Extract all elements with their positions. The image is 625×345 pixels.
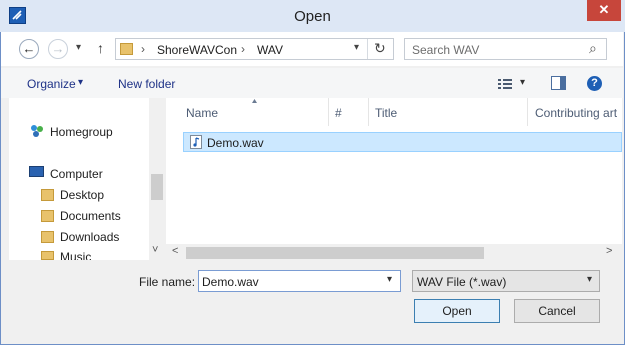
column-header-contributing-artists[interactable]: Contributing art	[535, 106, 622, 120]
organize-arrow-icon[interactable]: ▾	[78, 77, 83, 88]
organize-button[interactable]: Organize	[27, 77, 76, 91]
view-options-icon[interactable]	[498, 79, 512, 89]
folder-icon	[41, 231, 54, 243]
column-divider[interactable]	[368, 98, 369, 126]
up-button[interactable]: ↑	[97, 40, 104, 56]
file-type-value[interactable]: WAV File (*.wav)	[417, 275, 506, 289]
file-name-label: File name:	[139, 275, 196, 289]
refresh-button[interactable]: ↻	[374, 40, 386, 57]
address-dropdown[interactable]: ▾	[354, 42, 359, 53]
scroll-down-icon[interactable]: ˅	[152, 244, 158, 256]
help-icon[interactable]: ?	[587, 76, 602, 91]
folder-icon	[120, 43, 133, 55]
recent-locations-dropdown[interactable]: ▾	[76, 42, 81, 53]
nav-item-music[interactable]: Music	[60, 250, 91, 260]
computer-icon	[29, 166, 44, 177]
new-folder-button[interactable]: New folder	[118, 77, 175, 91]
open-button[interactable]: Open	[414, 299, 500, 323]
sort-ascending-icon	[252, 99, 257, 103]
toolbar	[1, 68, 623, 98]
file-list-pane	[166, 98, 622, 260]
file-name-value[interactable]: Demo.wav	[202, 275, 259, 289]
breadcrumb-separator: ›	[241, 42, 245, 56]
search-icon[interactable]: ⌕	[589, 40, 597, 57]
back-button[interactable]: ←	[19, 39, 39, 59]
folder-icon	[41, 251, 54, 260]
nav-item-computer[interactable]: Computer	[50, 167, 103, 181]
file-type-dropdown-icon[interactable]: ▾	[587, 274, 592, 285]
window-title: Open	[294, 8, 331, 25]
audio-file-icon	[190, 135, 202, 149]
column-header-name[interactable]: Name	[186, 106, 218, 120]
folder-icon	[41, 210, 54, 222]
forward-button[interactable]: →	[48, 39, 68, 59]
cancel-button[interactable]: Cancel	[514, 299, 600, 323]
column-header-number[interactable]: #	[335, 106, 342, 120]
folder-icon	[41, 189, 54, 201]
horizontal-scrollbar-thumb[interactable]	[186, 247, 484, 259]
nav-item-documents[interactable]: Documents	[60, 209, 121, 223]
breadcrumb-separator: ›	[141, 42, 145, 56]
view-dropdown-icon[interactable]: ▾	[520, 77, 525, 88]
preview-pane-icon[interactable]	[551, 76, 566, 90]
search-input[interactable]: Search WAV	[412, 43, 479, 57]
file-name-dropdown-icon[interactable]: ▾	[387, 274, 392, 285]
scrollbar-thumb[interactable]	[151, 174, 163, 200]
breadcrumb-item[interactable]: WAV	[257, 43, 283, 57]
column-divider[interactable]	[527, 98, 528, 126]
nav-item-downloads[interactable]: Downloads	[60, 230, 119, 244]
homegroup-icon	[29, 124, 45, 138]
scroll-left-icon[interactable]: <	[172, 245, 178, 257]
column-divider[interactable]	[328, 98, 329, 126]
file-name[interactable]: Demo.wav	[207, 136, 264, 150]
close-button[interactable]: ✕	[587, 0, 621, 21]
nav-item-desktop[interactable]: Desktop	[60, 188, 104, 202]
scroll-right-icon[interactable]: >	[606, 245, 612, 257]
column-header-title[interactable]: Title	[375, 106, 397, 120]
breadcrumb-item[interactable]: ShoreWAVCon	[157, 43, 237, 57]
address-divider	[367, 39, 368, 59]
nav-item-homegroup[interactable]: Homegroup	[50, 125, 113, 139]
